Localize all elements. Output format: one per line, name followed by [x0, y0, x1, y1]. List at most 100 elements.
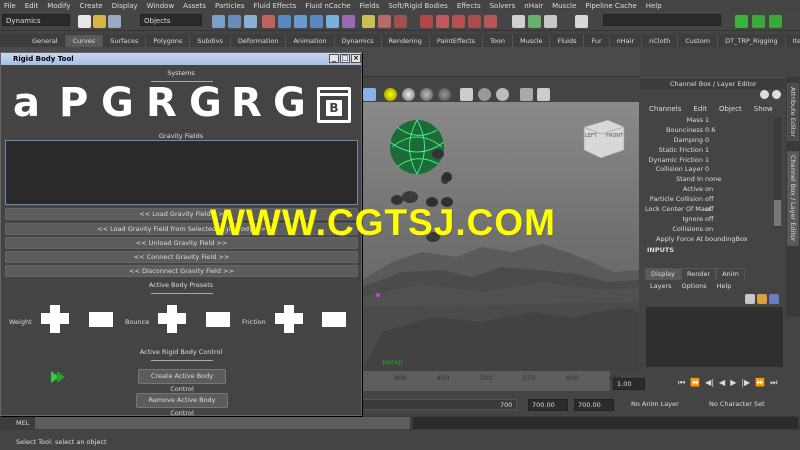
playback-end-field[interactable]: 700.00 [574, 399, 614, 411]
new-layer-selected-icon[interactable] [757, 294, 767, 304]
menu-muscle[interactable]: Muscle [552, 2, 576, 10]
channel-row[interactable]: Mass 1 [645, 116, 775, 126]
shelf-tab-toon[interactable]: Toon [483, 35, 513, 47]
menu-particles[interactable]: Particles [215, 2, 245, 10]
channel-value[interactable]: off [705, 215, 775, 225]
menu-effects[interactable]: Effects [457, 2, 481, 10]
shelf-tab-dynamics[interactable]: Dynamics [335, 35, 382, 47]
shelf-tab-custom[interactable]: Custom [678, 35, 719, 47]
menu-assets[interactable]: Assets [183, 2, 206, 10]
mask-handle-icon[interactable] [278, 15, 291, 28]
channel-row[interactable]: Static Friction 1 [645, 146, 775, 156]
shelf-tab-polygons[interactable]: Polygons [146, 35, 191, 47]
menu-display[interactable]: Display [112, 2, 138, 10]
menu-help[interactable]: Help [646, 2, 662, 10]
snap-grid-icon[interactable] [362, 15, 375, 28]
channel-row[interactable]: Collisions on [645, 225, 775, 235]
open-scene-icon[interactable] [93, 15, 106, 28]
menu-pipeline-cache[interactable]: Pipeline Cache [585, 2, 636, 10]
render-current-icon[interactable] [484, 15, 497, 28]
disconnect-gravity-field-button[interactable]: << Disconnect Gravity Field >> [5, 265, 358, 277]
menu-soft-rigid-bodies[interactable]: Soft/Rigid Bodies [388, 2, 447, 10]
time-slider[interactable]: 400450500550600650 [362, 371, 621, 391]
show-attribute-editor-icon[interactable] [735, 15, 748, 28]
channel-scrollbar-thumb[interactable] [774, 200, 781, 226]
layer-menu-options[interactable]: Options [682, 282, 707, 290]
wireframe-icon[interactable] [537, 88, 550, 101]
menu-fluid-ncache[interactable]: Fluid nCache [305, 2, 350, 10]
tool-title-bar[interactable]: Rigid Body Tool _ □ × [1, 53, 361, 65]
default-lighting-icon[interactable] [384, 88, 397, 101]
shelf-tab-curves[interactable]: Curves [65, 35, 104, 47]
channel-value[interactable]: 1 [705, 116, 775, 126]
channel-value[interactable]: off [705, 205, 775, 215]
attribute-editor-tab[interactable]: Attribute Editor [787, 83, 799, 142]
show-channel-box-icon[interactable] [769, 15, 782, 28]
shaded-icon[interactable] [402, 88, 415, 101]
smooth-shade-icon[interactable] [420, 88, 433, 101]
anim-layer-dropdown[interactable]: No Anim Layer [628, 399, 696, 411]
menu-modify[interactable]: Modify [47, 2, 70, 10]
history-icon[interactable] [420, 15, 433, 28]
close-button[interactable]: × [351, 54, 361, 63]
shelf-tab-deformation[interactable]: Deformation [231, 35, 287, 47]
channel-row[interactable]: Apply Force At boundingBox [645, 235, 775, 245]
system-g2-button[interactable]: G [189, 83, 222, 123]
cube-icon[interactable] [363, 88, 376, 101]
layer-tab-anim[interactable]: Anim [716, 268, 745, 280]
shelf-tab-animation[interactable]: Animation [286, 35, 335, 47]
menu-nhair[interactable]: nHair [524, 2, 543, 10]
menuset-dropdown[interactable]: Dynamics [2, 14, 70, 26]
anim-end-field[interactable]: 700.00 [528, 399, 568, 411]
shelf-tab-ncloth[interactable]: nCloth [642, 35, 679, 47]
xray-icon[interactable] [478, 88, 491, 101]
channel-menu-edit[interactable]: Edit [693, 105, 707, 113]
channel-row[interactable]: Dynamic Friction 1 [645, 156, 775, 166]
menu-window[interactable]: Window [147, 2, 175, 10]
remove-active-body-control-button[interactable]: Remove Active Body Control [136, 393, 228, 417]
system-p-button[interactable]: P [59, 83, 88, 123]
construction-history-icon[interactable] [468, 15, 481, 28]
layer-list[interactable] [646, 307, 783, 367]
menu-create[interactable]: Create [79, 2, 102, 10]
save-scene-icon[interactable] [108, 15, 121, 28]
go-to-end-icon[interactable]: ⏭ [770, 378, 777, 390]
step-forward-key-icon[interactable]: |▶ [741, 378, 750, 390]
menu-solvers[interactable]: Solvers [490, 2, 516, 10]
selection-mode-dropdown[interactable]: Objects [140, 14, 202, 26]
menu-fluid-effects[interactable]: Fluid Effects [253, 2, 296, 10]
new-scene-icon[interactable] [78, 15, 91, 28]
channel-row[interactable]: Collision Layer 0 [645, 165, 775, 175]
command-input[interactable] [35, 417, 410, 429]
shelf-tab-nhair[interactable]: nHair [610, 35, 643, 47]
character-set-dropdown[interactable]: No Character Set [706, 399, 798, 411]
shadows-icon[interactable] [460, 88, 473, 101]
channel-row[interactable]: Particle Collision off [645, 195, 775, 205]
select-object-icon[interactable] [228, 15, 241, 28]
output-ops-icon[interactable] [452, 15, 465, 28]
show-tool-settings-icon[interactable] [752, 15, 765, 28]
mask-curve-icon[interactable] [310, 15, 323, 28]
gravity-fields-list[interactable] [5, 140, 358, 205]
friction-decrease-icon[interactable] [322, 312, 346, 327]
maximize-button[interactable]: □ [340, 54, 350, 63]
system-a-button[interactable]: a [13, 83, 40, 123]
step-back-key-icon[interactable]: ◀| [705, 378, 714, 390]
channel-value[interactable]: 0 [705, 136, 775, 146]
textured-icon[interactable] [438, 88, 451, 101]
range-bar[interactable] [362, 399, 517, 410]
shelf-tab-painteffects[interactable]: PaintEffects [430, 35, 484, 47]
menu-file[interactable]: File [4, 2, 16, 10]
system-g1-button[interactable]: G [101, 83, 134, 123]
channel-menu-show[interactable]: Show [754, 105, 773, 113]
step-forward-icon[interactable]: ⏩ [755, 378, 765, 390]
shelf-tab-surfaces[interactable]: Surfaces [103, 35, 147, 47]
mask-joint-icon[interactable] [294, 15, 307, 28]
shelf-tab-fur[interactable]: Fur [584, 35, 610, 47]
shelf-tab-subdivs[interactable]: Subdivs [190, 35, 231, 47]
menu-fields[interactable]: Fields [360, 2, 380, 10]
select-component-icon[interactable] [244, 15, 257, 28]
play-forward-icon[interactable]: ▶ [730, 378, 736, 390]
shelf-tab-muscle[interactable]: Muscle [513, 35, 551, 47]
ipr-render-icon[interactable] [528, 15, 541, 28]
